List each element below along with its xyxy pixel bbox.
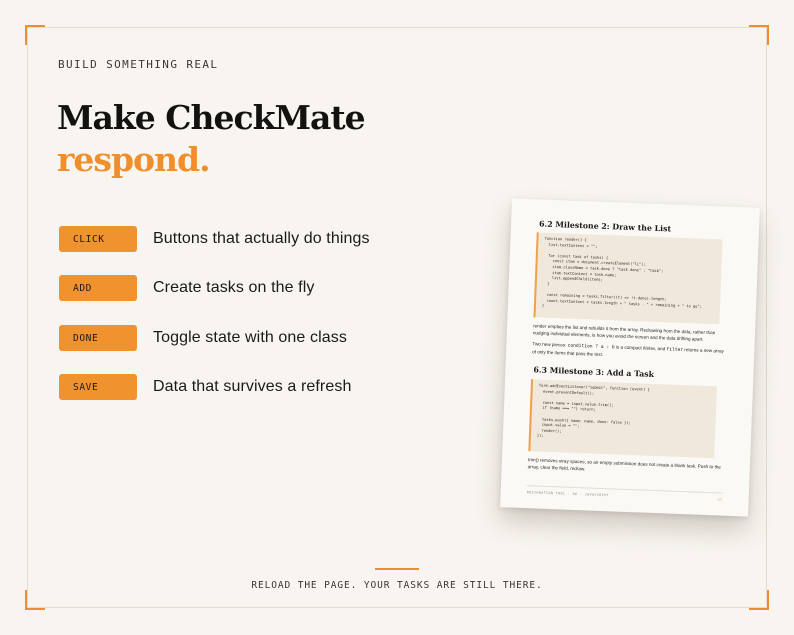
feature-tag: ADD [59, 275, 137, 301]
corner-accent-bottom-right [749, 590, 769, 610]
feature-text: Data that survives a refresh [153, 378, 352, 395]
feature-text: Buttons that actually do things [153, 230, 370, 247]
feature-row-done: DONE Toggle state with one class [59, 325, 347, 351]
page-footer-label: DESIGNATION TOOL · 06 · JAVASCRIPT [526, 490, 610, 498]
feature-row-add: ADD Create tasks on the fly [59, 275, 315, 301]
page-heading-draw-list: 6.2 Milestone 2: Draw the List [538, 219, 672, 234]
page-paragraph: trim() removes stray spaces, so an empty… [527, 457, 721, 471]
page-footer: DESIGNATION TOOL · 06 · JAVASCRIPT 27 [526, 485, 723, 502]
headline-line-2: respond. [57, 140, 211, 179]
page-paragraph: render empties the list and rebuilds it … [532, 323, 716, 342]
feature-row-save: SAVE Data that survives a refresh [59, 374, 351, 400]
eyebrow-text: BUILD SOMETHING REAL [58, 58, 219, 71]
corner-accent-top-left [25, 25, 45, 45]
feature-tag: DONE [59, 325, 137, 351]
page-number: 27 [717, 497, 723, 502]
feature-tag: SAVE [59, 374, 137, 400]
bottom-caption: RELOAD THE PAGE. YOUR TASKS ARE STILL TH… [251, 580, 543, 591]
page-paragraph: Two new pieces: condition ? a : b is a c… [532, 341, 725, 357]
feature-text: Create tasks on the fly [153, 279, 315, 296]
book-page-preview: 6.2 Milestone 2: Draw the List function … [500, 198, 760, 517]
headline-line-1: Make CheckMate [57, 98, 366, 137]
corner-accent-top-right [749, 25, 769, 45]
accent-divider [375, 568, 419, 570]
page-heading-add-task: 6.3 Milestone 3: Add a Task [533, 365, 655, 379]
code-block-render: function render() { list.textContent = "… [533, 232, 723, 325]
feature-row-click: CLICK Buttons that actually do things [59, 226, 370, 252]
feature-tag: CLICK [59, 226, 137, 252]
code-block-submit: form.addEventListener("submit", function… [528, 379, 717, 459]
corner-accent-bottom-left [25, 590, 45, 610]
feature-text: Toggle state with one class [153, 329, 347, 346]
